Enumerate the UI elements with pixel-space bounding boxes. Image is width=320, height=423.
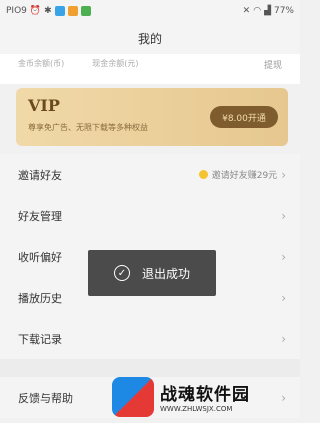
bluetooth-icon: ✱ (44, 6, 52, 16)
coin-balance-label[interactable]: 金币余额(币) (18, 58, 64, 69)
check-circle-icon: ✓ (113, 265, 130, 281)
wallet-section: 金币余额(币) 现金余额(元) 提现 (0, 54, 300, 84)
watermark-logo-icon (112, 376, 154, 417)
menu-item-label: 收听偏好 (18, 250, 62, 264)
menu-item-label: 播放历史 (18, 291, 62, 305)
vip-price: ¥8.00开通 (222, 113, 266, 124)
chevron-right-icon: › (281, 249, 286, 264)
watermark-url: WWW.ZHLWSJX.COM (160, 405, 233, 413)
status-bar: PIO9 ⏰ ✱ ✕ ◠ ▟ 77% (0, 0, 300, 22)
watermark-name: 战魂软件园 (160, 385, 250, 405)
alarm-icon: ⏰ (29, 6, 42, 16)
chevron-right-icon: › (281, 208, 286, 223)
chevron-right-icon: › (281, 331, 286, 346)
menu-item-label: 下载记录 (18, 332, 62, 346)
menu-item-invite-friends[interactable]: 邀请好友 邀请好友赚29元 › (0, 154, 300, 195)
vip-card[interactable]: VIP 尊享免广告、无限下载等多种权益 ¥8.00开通 (16, 88, 288, 146)
app-icon (67, 6, 78, 16)
toast-text: 退出成功 (141, 266, 190, 281)
signal-icon: ▟ (264, 6, 271, 16)
app-icon (80, 6, 91, 16)
page-title: 我的 (0, 22, 300, 54)
menu-item-label: 邀请好友 (18, 168, 62, 182)
chevron-right-icon: › (281, 167, 286, 182)
app-icon (54, 6, 65, 16)
vip-description: 尊享免广告、无限下载等多种权益 (28, 123, 148, 132)
battery-text: 77% (273, 6, 294, 16)
menu-item-download-records[interactable]: 下载记录 › (0, 318, 300, 359)
withdraw-button[interactable]: 提现 (264, 58, 282, 71)
vip-open-button[interactable]: ¥8.00开通 (210, 106, 278, 128)
wifi-icon: ◠ (253, 6, 262, 16)
mute-icon: ✕ (242, 6, 251, 16)
logout-success-toast: ✓ 退出成功 (88, 250, 216, 296)
coin-icon (198, 170, 208, 179)
site-watermark: 战魂软件园 WWW.ZHLWSJX.COM (112, 370, 300, 423)
menu-item-friend-management[interactable]: 好友管理 › (0, 195, 300, 236)
chevron-right-icon: › (281, 290, 286, 305)
vip-title: VIP (28, 96, 60, 115)
menu-item-label: 反馈与帮助 (18, 391, 73, 405)
invite-reward-text: 邀请好友赚29元 (211, 171, 278, 181)
cash-balance-label[interactable]: 现金余额(元) (92, 58, 138, 69)
menu-item-label: 好友管理 (18, 209, 62, 223)
status-time: PIO9 (6, 6, 27, 16)
